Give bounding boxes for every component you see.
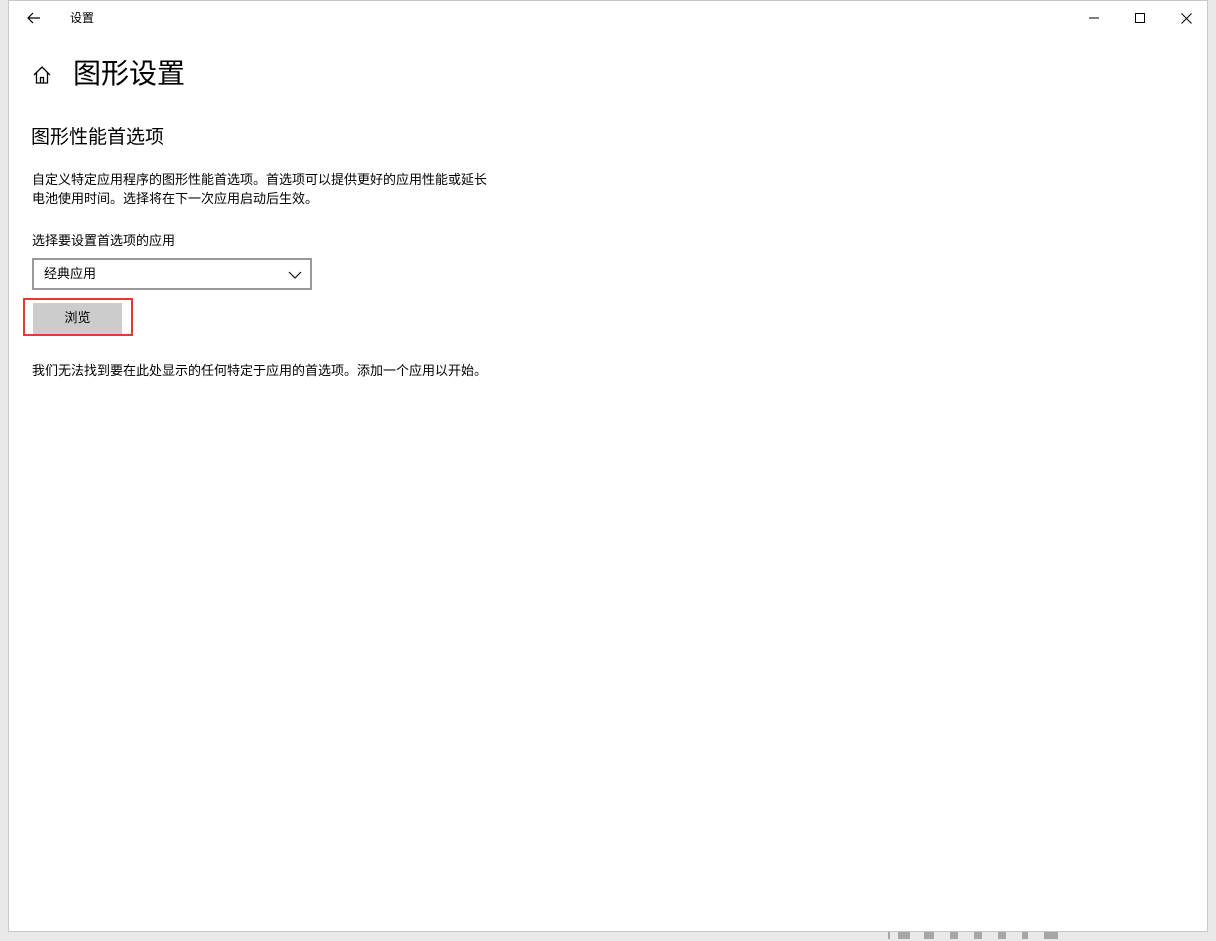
close-icon <box>1180 12 1192 24</box>
settings-window: 设置 图形设置 图形性能首选项 自定义特定应用程序的图形性能首选项。首选项可以提… <box>8 0 1208 932</box>
back-button[interactable] <box>17 5 51 31</box>
section-title: 图形性能首选项 <box>31 126 165 148</box>
window-title: 设置 <box>70 11 95 25</box>
browse-button[interactable]: 浏览 <box>33 303 122 334</box>
maximize-button[interactable] <box>1117 1 1163 35</box>
maximize-icon <box>1135 13 1145 23</box>
home-icon <box>33 66 51 84</box>
empty-preferences-message: 我们无法找到要在此处显示的任何特定于应用的首选项。添加一个应用以开始。 <box>32 364 488 379</box>
app-type-dropdown[interactable]: 经典应用 <box>32 258 312 290</box>
title-bar: 设置 <box>9 1 1207 35</box>
dropdown-selected-value: 经典应用 <box>44 267 97 282</box>
minimize-icon <box>1089 17 1099 19</box>
section-description: 自定义特定应用程序的图形性能首选项。首选项可以提供更好的应用性能或延长电池使用时… <box>32 173 488 207</box>
minimize-button[interactable] <box>1071 1 1117 35</box>
page-title: 图形设置 <box>73 57 186 90</box>
taskbar-icons <box>888 932 1088 941</box>
home-button[interactable] <box>31 64 53 86</box>
close-button[interactable] <box>1163 1 1207 35</box>
chevron-down-icon <box>288 271 302 279</box>
app-select-label: 选择要设置首选项的应用 <box>32 234 176 249</box>
arrow-left-icon <box>27 12 40 24</box>
